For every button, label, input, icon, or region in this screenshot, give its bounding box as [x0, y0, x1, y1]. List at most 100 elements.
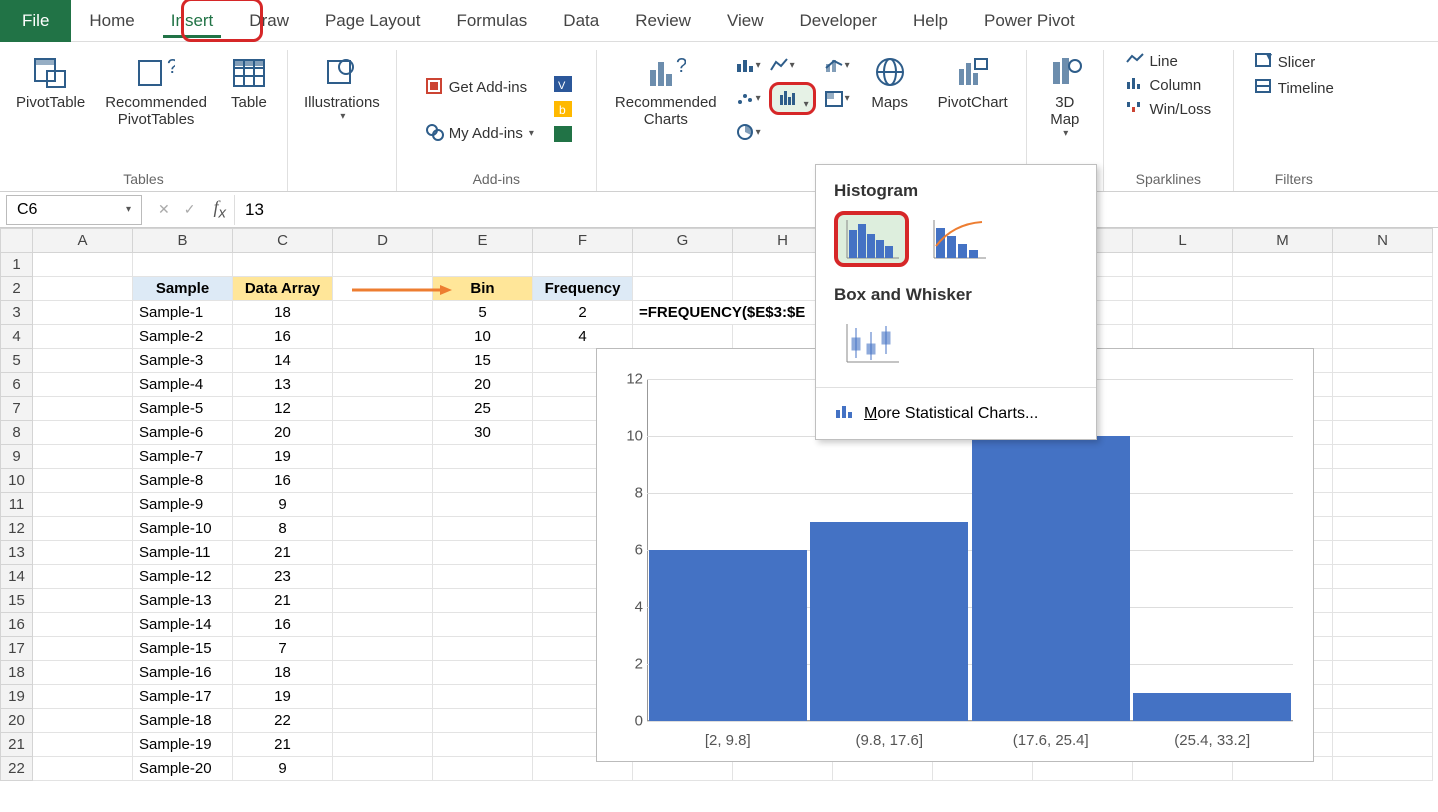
tab-draw[interactable]: Draw — [231, 0, 307, 42]
row-header-13[interactable]: 13 — [1, 541, 33, 565]
combo-chart-button[interactable]: ▾ — [824, 54, 850, 76]
row-header-11[interactable]: 11 — [1, 493, 33, 517]
row-header-19[interactable]: 19 — [1, 685, 33, 709]
row-header-5[interactable]: 5 — [1, 349, 33, 373]
x-axis-label: (9.8, 17.6] — [809, 732, 971, 749]
col-header-N[interactable]: N — [1333, 229, 1433, 253]
timeline-icon — [1254, 78, 1274, 98]
row-header-9[interactable]: 9 — [1, 445, 33, 469]
row-header-16[interactable]: 16 — [1, 613, 33, 637]
tab-insert[interactable]: Insert — [153, 0, 232, 42]
col-header-D[interactable]: D — [333, 229, 433, 253]
tab-review[interactable]: Review — [617, 0, 709, 42]
tab-formulas[interactable]: Formulas — [438, 0, 545, 42]
row-header-20[interactable]: 20 — [1, 709, 33, 733]
tab-page-layout[interactable]: Page Layout — [307, 0, 438, 42]
get-addins-button[interactable]: Get Add-ins — [419, 75, 540, 101]
col-header-L[interactable]: L — [1133, 229, 1233, 253]
tab-file[interactable]: File — [0, 0, 71, 42]
tab-help[interactable]: Help — [895, 0, 966, 42]
pivotchart-button[interactable]: PivotChart — [930, 50, 1016, 115]
row-header-1[interactable]: 1 — [1, 253, 33, 277]
row-header-17[interactable]: 17 — [1, 637, 33, 661]
chevron-down-icon: ▾ — [529, 128, 534, 139]
row-header-4[interactable]: 4 — [1, 325, 33, 349]
col-header-E[interactable]: E — [433, 229, 533, 253]
histogram-bar[interactable] — [810, 522, 968, 722]
pareto-chart-option[interactable] — [921, 211, 996, 267]
fx-icon[interactable]: fx — [205, 197, 234, 222]
group-label-addins: Add-ins — [473, 171, 520, 191]
slicer-button[interactable]: Slicer — [1248, 50, 1340, 74]
row-header-12[interactable]: 12 — [1, 517, 33, 541]
recommended-pivottables-button[interactable]: ? Recommended PivotTables — [97, 50, 215, 132]
svg-text:b: b — [559, 103, 566, 117]
people-graph-icon[interactable] — [552, 124, 574, 147]
row-header-2[interactable]: 2 — [1, 277, 33, 301]
pie-chart-button[interactable]: ▾ — [735, 121, 761, 143]
group-label-sparklines: Sparklines — [1136, 171, 1201, 191]
row-header-3[interactable]: 3 — [1, 301, 33, 325]
group-label-tables: Tables — [123, 171, 163, 191]
column-chart-button[interactable]: ▾ — [735, 54, 761, 76]
x-axis-label: (25.4, 33.2] — [1132, 732, 1294, 749]
col-header-M[interactable]: M — [1233, 229, 1333, 253]
row-header-15[interactable]: 15 — [1, 589, 33, 613]
recommended-charts-icon: ? — [646, 54, 686, 92]
histogram-bar[interactable] — [1133, 693, 1291, 722]
pivotchart-icon — [953, 54, 993, 92]
cancel-formula-icon[interactable]: ✕ — [158, 201, 170, 218]
visio-icon[interactable]: V — [552, 74, 574, 97]
row-header-8[interactable]: 8 — [1, 421, 33, 445]
col-header-F[interactable]: F — [533, 229, 633, 253]
row-header-7[interactable]: 7 — [1, 397, 33, 421]
histogram-bar[interactable] — [649, 550, 807, 721]
ribbon-insert: PivotTable ? Recommended PivotTables Tab… — [0, 42, 1438, 192]
col-header-C[interactable]: C — [233, 229, 333, 253]
3d-map-button[interactable]: 3D Map▾ — [1035, 50, 1095, 143]
sparkline-winloss-button[interactable]: Win/Loss — [1119, 98, 1217, 120]
confirm-formula-icon[interactable]: ✓ — [184, 201, 196, 218]
row-header-22[interactable]: 22 — [1, 757, 33, 781]
maps-button[interactable]: Maps — [860, 50, 920, 115]
box-whisker-option[interactable] — [834, 315, 909, 371]
row-header-14[interactable]: 14 — [1, 565, 33, 589]
row-header-18[interactable]: 18 — [1, 661, 33, 685]
store-icon — [425, 77, 445, 99]
row-header-21[interactable]: 21 — [1, 733, 33, 757]
my-addins-button[interactable]: My Add-ins ▾ — [419, 121, 540, 147]
bing-icon[interactable]: b — [552, 99, 574, 122]
x-axis-label: (17.6, 25.4] — [970, 732, 1132, 749]
histogram-chart-option[interactable] — [834, 211, 909, 267]
tab-home[interactable]: Home — [71, 0, 152, 42]
row-header-6[interactable]: 6 — [1, 373, 33, 397]
sparkline-column-button[interactable]: Column — [1119, 74, 1217, 96]
hierarchy-chart-button[interactable]: ▾ — [824, 88, 850, 110]
table-button[interactable]: Table — [219, 50, 279, 115]
more-statistical-charts-button[interactable]: More Statistical Charts... — [816, 392, 1096, 439]
recommended-charts-button[interactable]: ? Recommended Charts — [607, 50, 725, 132]
scatter-chart-button[interactable]: ▾ — [735, 88, 761, 110]
col-header-A[interactable]: A — [33, 229, 133, 253]
tab-view[interactable]: View — [709, 0, 782, 42]
statistic-chart-button[interactable]: ▾ — [769, 82, 816, 115]
histogram-bar[interactable] — [972, 436, 1130, 721]
pivottable-button[interactable]: PivotTable — [8, 50, 93, 115]
tab-developer[interactable]: Developer — [782, 0, 896, 42]
recommended-pivottables-icon: ? — [136, 54, 176, 92]
illustrations-button[interactable]: Illustrations ▾ — [296, 50, 388, 126]
name-box[interactable]: C6 ▾ — [6, 195, 142, 225]
addins-icon — [425, 123, 445, 145]
line-chart-button[interactable]: ▾ — [769, 54, 795, 76]
worksheet-grid[interactable]: ABCDEFGHIJKLMN12SampleData ArrayBinFrequ… — [0, 228, 1438, 781]
x-axis-label: [2, 9.8] — [647, 732, 809, 749]
col-header-B[interactable]: B — [133, 229, 233, 253]
tab-data[interactable]: Data — [545, 0, 617, 42]
tab-power-pivot[interactable]: Power Pivot — [966, 0, 1093, 42]
row-header-10[interactable]: 10 — [1, 469, 33, 493]
col-header-G[interactable]: G — [633, 229, 733, 253]
illustrations-icon — [322, 54, 362, 92]
timeline-button[interactable]: Timeline — [1248, 76, 1340, 100]
sparkline-line-icon — [1125, 52, 1145, 70]
sparkline-line-button[interactable]: Line — [1119, 50, 1217, 72]
